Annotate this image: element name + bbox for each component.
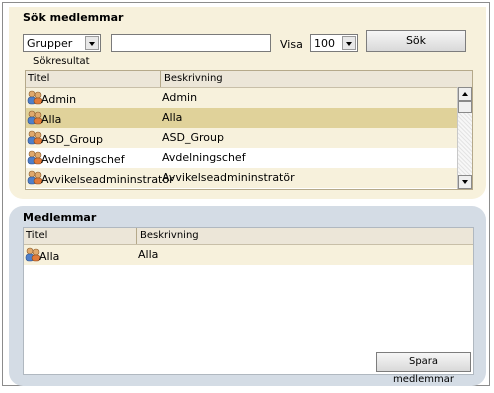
visa-count-select[interactable]: 100 — [310, 34, 358, 52]
filter-select[interactable]: Grupper — [23, 34, 101, 52]
member-title: Alla — [39, 250, 60, 263]
members-column-header-description[interactable]: Beskrivning — [140, 230, 199, 241]
result-description: Alla — [162, 111, 183, 124]
result-description: Avvikelseadmininstratör — [162, 171, 295, 184]
column-header-description[interactable]: Beskrivning — [164, 73, 223, 84]
column-header-title[interactable]: Titel — [28, 73, 49, 84]
result-title: Avdelningschef — [41, 153, 125, 166]
result-title: Avvikelseadmininstratör — [41, 173, 174, 186]
search-input[interactable] — [111, 34, 271, 52]
members-grid: Titel Beskrivning Alla Alla Spara medlem… — [23, 227, 474, 385]
column-divider[interactable] — [136, 228, 137, 244]
result-description: Admin — [162, 91, 198, 104]
search-button[interactable]: Sök — [366, 30, 466, 52]
members-column-header-title[interactable]: Titel — [26, 230, 47, 241]
result-description: ASD_Group — [162, 131, 224, 144]
column-divider[interactable] — [160, 71, 161, 87]
result-description: Avdelningschef — [162, 151, 246, 164]
search-panel-title: Sök medlemmar — [23, 11, 124, 24]
result-row[interactable]: Avvikelseadmininstratör Avvikelseadminins… — [26, 168, 458, 188]
search-members-panel: Sök medlemmar Grupper Visa 100 Sök Sökre… — [9, 7, 486, 199]
results-scrollbar[interactable] — [457, 87, 472, 189]
visa-label: Visa — [280, 38, 303, 51]
save-members-button[interactable]: Spara medlemmar — [376, 352, 471, 385]
results-label: Sökresultat — [33, 56, 90, 67]
filter-select-value: Grupper — [27, 37, 73, 50]
result-row[interactable]: Admin Admin — [26, 88, 458, 108]
member-description: Alla — [138, 248, 159, 261]
results-header: Titel Beskrivning — [26, 71, 472, 88]
result-title: Admin — [41, 93, 77, 106]
search-results-grid: Titel Beskrivning Admin Admin Alla Alla ASD_… — [25, 70, 473, 190]
result-row[interactable]: Alla Alla — [26, 108, 458, 128]
members-panel-title: Medlemmar — [23, 211, 97, 224]
result-title: ASD_Group — [41, 133, 103, 146]
members-panel: Medlemmar Titel Beskrivning Alla Alla Sp… — [9, 206, 486, 386]
member-row[interactable]: Alla Alla — [24, 245, 473, 265]
chevron-down-icon[interactable] — [342, 36, 356, 50]
chevron-down-icon[interactable] — [85, 36, 99, 50]
scroll-down-arrow-icon[interactable] — [458, 175, 472, 189]
window-frame: Sök medlemmar Grupper Visa 100 Sök Sökre… — [2, 2, 490, 386]
visa-count-value: 100 — [314, 37, 335, 50]
members-header: Titel Beskrivning — [24, 228, 473, 245]
scroll-up-arrow-icon[interactable] — [458, 87, 472, 101]
result-title: Alla — [41, 113, 62, 126]
scrollbar-thumb[interactable] — [458, 101, 472, 113]
result-row[interactable]: Avdelningschef Avdelningschef — [26, 148, 458, 168]
result-row[interactable]: ASD_Group ASD_Group — [26, 128, 458, 148]
